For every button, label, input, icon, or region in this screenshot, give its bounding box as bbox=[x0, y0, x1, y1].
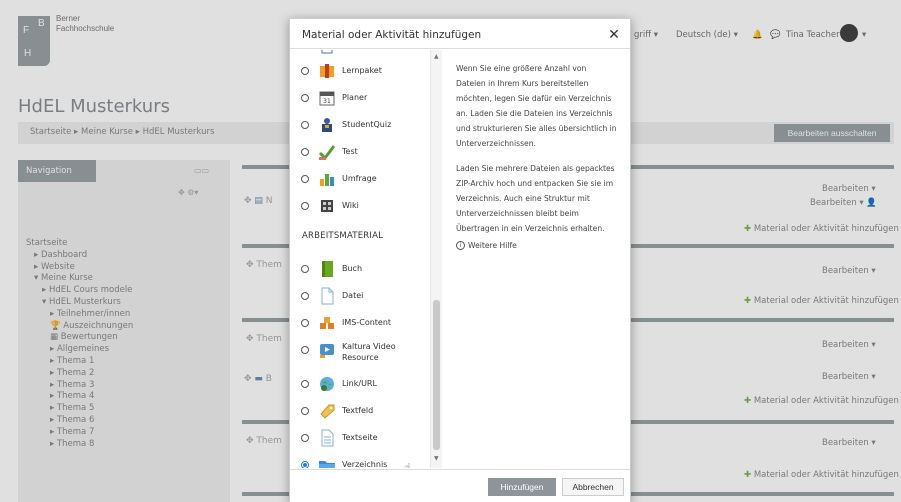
option-textseite[interactable]: Textseite bbox=[290, 426, 430, 452]
option-label: Test bbox=[342, 147, 358, 156]
globe-link-icon bbox=[320, 377, 334, 391]
option-radio[interactable] bbox=[301, 202, 309, 210]
dialog-footer: Hinzufügen Abbrechen bbox=[290, 469, 630, 502]
checkmark-icon bbox=[318, 145, 336, 161]
ims-package-icon bbox=[320, 317, 334, 329]
package-icon bbox=[320, 64, 334, 78]
option-link-url[interactable]: Link/URL bbox=[290, 372, 430, 398]
option-radio[interactable] bbox=[301, 67, 309, 75]
option-label: Datei bbox=[342, 291, 364, 300]
option-label: Link/URL bbox=[342, 379, 377, 388]
option-label: Planer bbox=[342, 93, 368, 102]
label-tag-icon bbox=[320, 404, 335, 419]
svg-text:31: 31 bbox=[323, 98, 331, 105]
scroll-thumb[interactable] bbox=[433, 300, 440, 450]
option-radio[interactable] bbox=[301, 434, 309, 442]
activity-option-list[interactable]: Lernpaket 31 Planer StudentQuiz Test Umfrage W… bbox=[290, 50, 430, 468]
option-radio[interactable] bbox=[301, 407, 309, 415]
bar-chart-icon bbox=[320, 174, 334, 186]
resources-heading: ARBEITSMATERIAL bbox=[302, 231, 384, 241]
activity-chooser-dialog: Material oder Aktivität hinzufügen ✕ Ler… bbox=[289, 18, 631, 502]
calendar-icon: 31 bbox=[319, 91, 335, 106]
option-buch[interactable]: Buch bbox=[290, 257, 430, 283]
help-paragraph-1: Wenn Sie eine größere Anzahl von Dateien… bbox=[456, 64, 617, 148]
close-icon[interactable]: ✕ bbox=[606, 26, 622, 42]
hand-cursor-icon: ☝ bbox=[404, 461, 411, 468]
option-test[interactable]: Test bbox=[290, 140, 430, 166]
option-radio[interactable] bbox=[301, 175, 309, 183]
option-datei[interactable]: Datei bbox=[290, 284, 430, 310]
add-button[interactable]: Hinzufügen bbox=[488, 478, 556, 496]
option-radio[interactable] bbox=[301, 380, 309, 388]
option-studentquiz[interactable]: StudentQuiz bbox=[290, 113, 430, 139]
cancel-button[interactable]: Abbrechen bbox=[562, 478, 624, 496]
option-label: Umfrage bbox=[342, 174, 377, 183]
info-icon: i bbox=[456, 241, 465, 250]
option-radio[interactable] bbox=[301, 346, 309, 354]
book-icon bbox=[322, 261, 333, 277]
option-label: Verzeichnis bbox=[342, 460, 388, 468]
option-label: Textfeld bbox=[342, 406, 374, 415]
option-radio[interactable] bbox=[301, 148, 309, 156]
option-radio[interactable] bbox=[301, 292, 309, 300]
option-radio[interactable] bbox=[301, 265, 309, 273]
option-wiki[interactable]: Wiki bbox=[290, 194, 430, 220]
kaltura-video-icon bbox=[320, 344, 334, 358]
scroll-down-arrow-icon[interactable]: ▼ bbox=[434, 455, 439, 462]
option-textfeld[interactable]: Textfeld bbox=[290, 399, 430, 425]
option-radio[interactable] bbox=[301, 94, 309, 102]
option-radio[interactable] bbox=[301, 319, 309, 327]
folder-icon bbox=[319, 461, 335, 468]
option-planer[interactable]: 31 Planer bbox=[290, 86, 430, 112]
scroll-up-arrow-icon[interactable]: ▲ bbox=[434, 53, 439, 60]
dialog-title: Material oder Aktivität hinzufügen bbox=[302, 29, 482, 41]
option-radio[interactable] bbox=[301, 461, 309, 468]
option-label: Textseite bbox=[342, 433, 378, 442]
option-ims-content[interactable]: IMS-Content bbox=[290, 311, 430, 337]
text-page-icon bbox=[321, 429, 334, 447]
option-lernpaket[interactable]: Lernpaket bbox=[290, 59, 430, 85]
option-label: Wiki bbox=[342, 201, 359, 210]
option-umfrage[interactable]: Umfrage bbox=[290, 167, 430, 193]
wiki-icon bbox=[321, 200, 333, 212]
file-icon bbox=[321, 287, 334, 305]
option-radio[interactable] bbox=[301, 121, 309, 129]
help-paragraph-2: Laden Sie mehrere Dateien als gepacktes … bbox=[456, 164, 615, 233]
dialog-header: Material oder Aktivität hinzufügen ✕ bbox=[290, 19, 630, 49]
option-label: Lernpaket bbox=[342, 66, 382, 75]
option-label: StudentQuiz bbox=[342, 120, 392, 129]
student-quiz-icon bbox=[322, 118, 332, 132]
more-help-link[interactable]: i Weitere Hilfe bbox=[456, 241, 517, 250]
help-text: Wenn Sie eine größere Anzahl von Dateien… bbox=[456, 61, 618, 246]
partial-item-icon bbox=[321, 50, 333, 54]
option-label: Kaltura Video Resource bbox=[342, 342, 396, 362]
option-kaltura-video-resource[interactable]: Kaltura Video Resource bbox=[290, 338, 430, 364]
option-label: IMS-Content bbox=[342, 318, 392, 327]
option-list-scrollbar[interactable]: ▲ ▼ bbox=[430, 50, 442, 468]
option-verzeichnis[interactable]: Verzeichnis ☝ bbox=[290, 453, 430, 468]
option-label: Buch bbox=[342, 264, 363, 273]
